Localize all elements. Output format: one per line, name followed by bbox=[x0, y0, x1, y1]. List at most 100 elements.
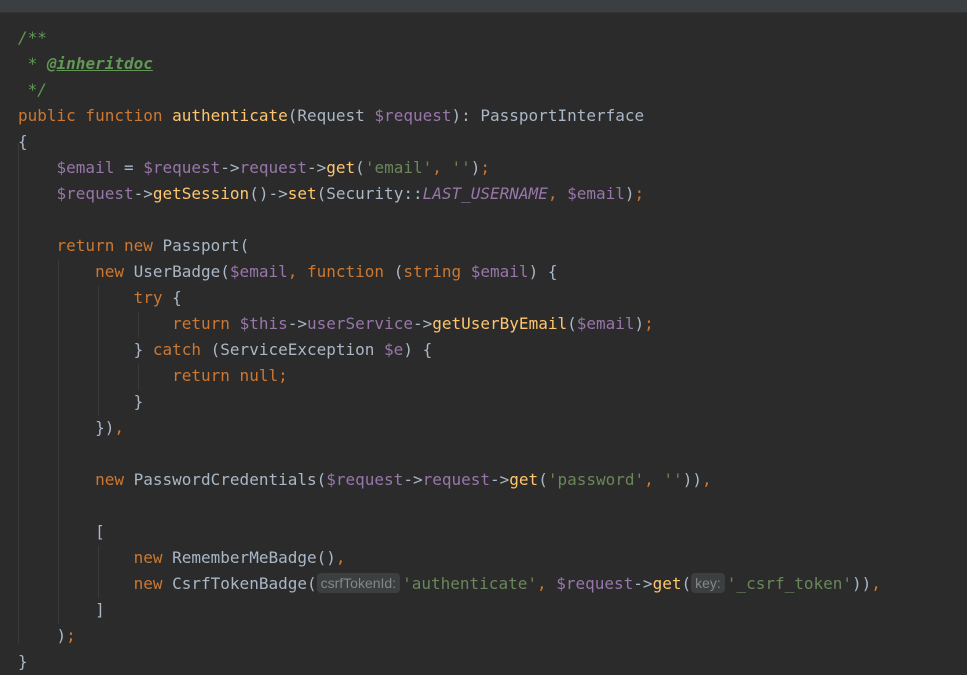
code-token: return new bbox=[56, 236, 163, 255]
code-token: -> bbox=[403, 470, 423, 489]
code-token: ; bbox=[480, 158, 491, 177]
code-token: } bbox=[18, 392, 144, 411]
code-line[interactable]: new UserBadge($email, function (string $… bbox=[18, 259, 557, 285]
code-token: new bbox=[133, 548, 173, 567]
code-line[interactable]: new RememberMeBadge(), bbox=[18, 545, 346, 571]
code-token: } bbox=[18, 340, 153, 359]
code-token: (Security:: bbox=[316, 184, 423, 203]
code-token: , bbox=[701, 470, 712, 489]
code-token: new bbox=[133, 574, 173, 593]
parameter-hint: key: bbox=[691, 573, 725, 593]
code-line[interactable]: /** bbox=[18, 25, 47, 51]
code-token: ) bbox=[18, 626, 67, 645]
code-token: ) { bbox=[403, 340, 433, 359]
code-token: /** bbox=[18, 28, 47, 47]
code-token: authenticate bbox=[172, 106, 288, 125]
code-line[interactable]: * @inheritdoc bbox=[18, 51, 153, 77]
code-token: $request bbox=[374, 106, 452, 125]
parameter-hint: csrfTokenId: bbox=[316, 573, 401, 593]
code-token: CsrfTokenBadge( bbox=[172, 574, 317, 593]
code-token: )) bbox=[852, 574, 872, 593]
code-line[interactable]: } bbox=[18, 649, 28, 675]
code-token: ) bbox=[624, 184, 635, 203]
code-token: $email bbox=[229, 262, 288, 281]
code-token: '' bbox=[451, 158, 471, 177]
code-token: */ bbox=[18, 80, 47, 99]
code-token: $email bbox=[56, 158, 115, 177]
code-token: @inheritdoc bbox=[46, 54, 153, 73]
code-line[interactable]: $email = $request->request->get('email',… bbox=[18, 155, 491, 181]
code-token: -> bbox=[220, 158, 240, 177]
code-token: -> bbox=[133, 184, 153, 203]
code-line[interactable]: return null; bbox=[18, 363, 288, 389]
code-line[interactable]: public function authenticate(Request $re… bbox=[18, 103, 644, 129]
code-line[interactable]: */ bbox=[18, 77, 47, 103]
code-token: ( bbox=[393, 262, 404, 281]
code-line[interactable]: return new Passport( bbox=[18, 233, 250, 259]
code-token: 'authenticate' bbox=[402, 574, 537, 593]
code-line[interactable]: $request->getSession()->set(Security::LA… bbox=[18, 181, 645, 207]
code-token: $request bbox=[556, 574, 634, 593]
code-token: -> bbox=[633, 574, 653, 593]
code-token: $request bbox=[56, 184, 134, 203]
code-token: return null; bbox=[172, 366, 288, 385]
code-line[interactable]: [ bbox=[18, 519, 105, 545]
code-token: 'password' bbox=[547, 470, 645, 489]
code-line[interactable]: { bbox=[18, 129, 28, 155]
code-token: ; bbox=[634, 184, 645, 203]
code-token: ) bbox=[470, 158, 481, 177]
code-line[interactable]: } bbox=[18, 389, 144, 415]
code-line[interactable]: ] bbox=[18, 597, 105, 623]
code-token: }) bbox=[18, 418, 115, 437]
code-token: -> bbox=[490, 470, 510, 489]
code-line[interactable]: ); bbox=[18, 623, 76, 649]
code-editor[interactable]: /** * @inheritdoc */ public function auth… bbox=[0, 13, 967, 673]
code-token: userService bbox=[307, 314, 413, 333]
editor-tab-bar bbox=[0, 0, 967, 13]
code-token: ( bbox=[538, 470, 548, 489]
code-token: ; bbox=[66, 626, 76, 645]
code-token: $request bbox=[143, 158, 221, 177]
code-token: (Request bbox=[287, 106, 375, 125]
code-line[interactable]: try { bbox=[18, 285, 182, 311]
code-token: request bbox=[239, 158, 307, 177]
code-token: get bbox=[509, 470, 539, 489]
code-line[interactable]: } catch (ServiceException $e) { bbox=[18, 337, 433, 363]
code-token: ) bbox=[634, 314, 645, 333]
code-token: Passport( bbox=[162, 236, 250, 255]
code-token: -> bbox=[287, 314, 307, 333]
code-token: $this bbox=[239, 314, 288, 333]
code-token: )) bbox=[682, 470, 702, 489]
code-line[interactable]: }), bbox=[18, 415, 124, 441]
code-token: , function bbox=[287, 262, 394, 281]
code-line[interactable]: new CsrfTokenBadge(csrfTokenId:'authenti… bbox=[18, 571, 881, 597]
code-token: catch bbox=[152, 340, 211, 359]
code-token: set bbox=[287, 184, 317, 203]
code-token: ] bbox=[18, 600, 105, 619]
code-token: , bbox=[536, 574, 557, 593]
code-token: $email bbox=[470, 262, 529, 281]
code-token: ): PassportInterface bbox=[451, 106, 645, 125]
code-token: return bbox=[172, 314, 240, 333]
code-token: PasswordCredentials( bbox=[133, 470, 327, 489]
code-token: string bbox=[403, 262, 471, 281]
code-token: , bbox=[335, 548, 346, 567]
code-line[interactable]: new PasswordCredentials($request->reques… bbox=[18, 467, 712, 493]
code-token: '' bbox=[663, 470, 683, 489]
code-token: , bbox=[644, 470, 664, 489]
code-token: (ServiceException bbox=[210, 340, 385, 359]
code-token: get bbox=[326, 158, 356, 177]
code-token: $request bbox=[326, 470, 404, 489]
code-token: -> bbox=[412, 314, 433, 333]
code-line[interactable]: return $this->userService->getUserByEmai… bbox=[18, 311, 654, 337]
code-token: * bbox=[18, 54, 47, 73]
code-token: , bbox=[114, 418, 124, 437]
code-token: , bbox=[871, 574, 881, 593]
